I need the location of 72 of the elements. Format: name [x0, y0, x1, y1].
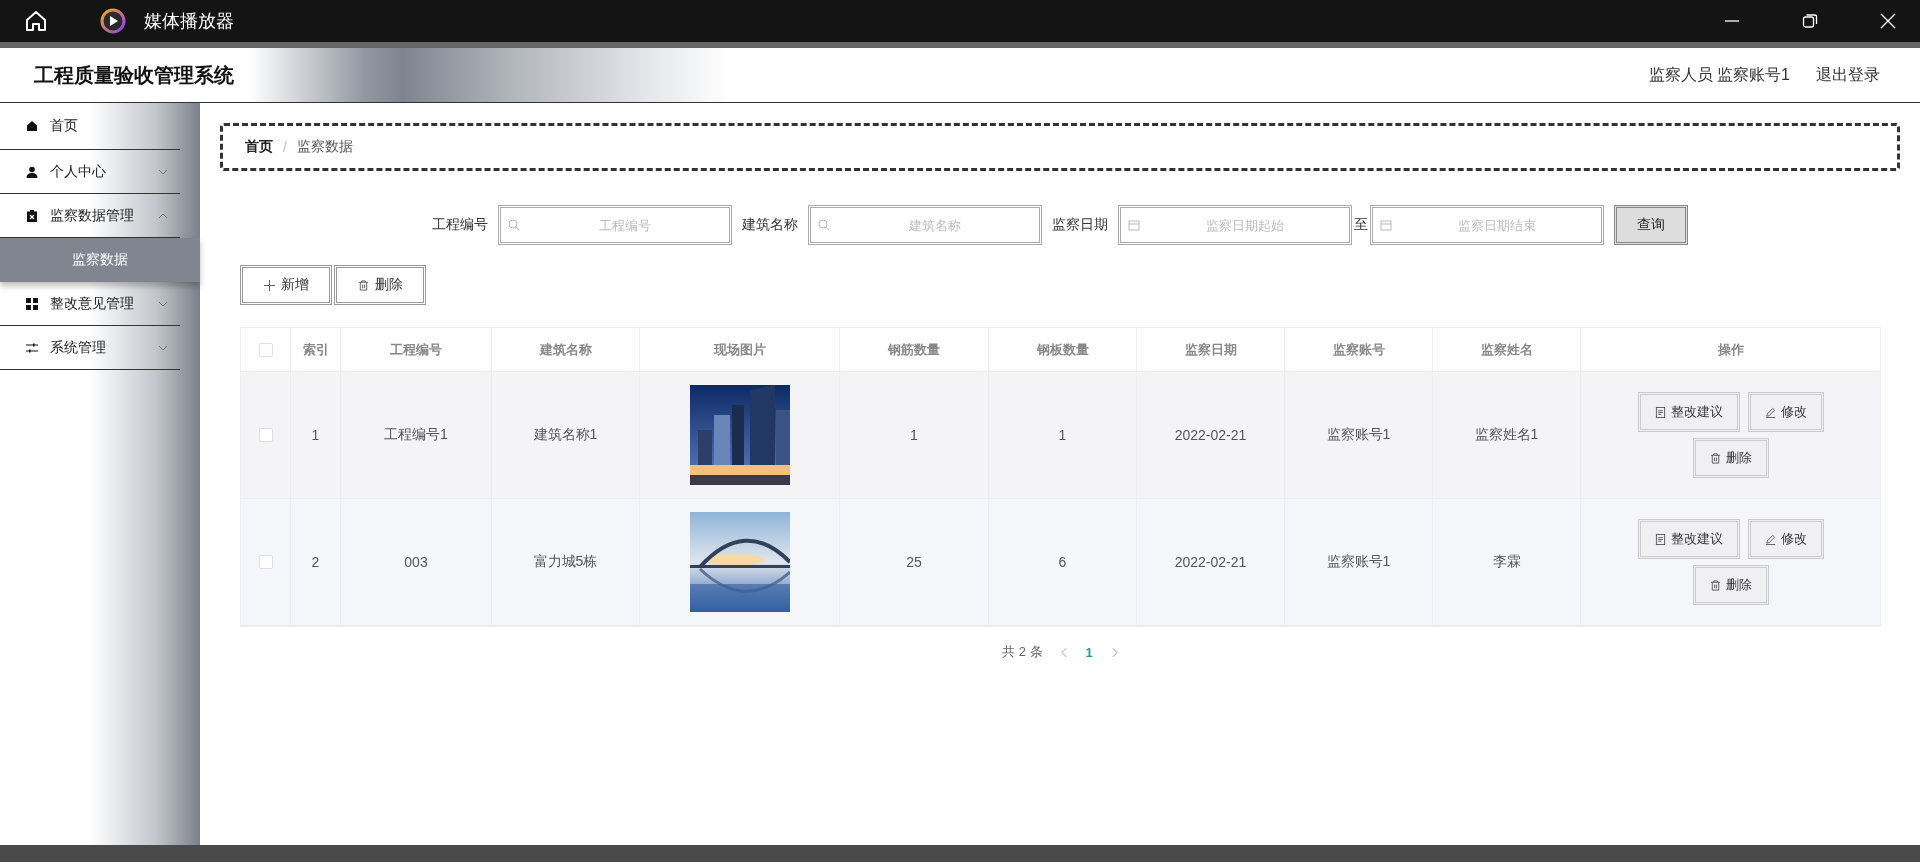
breadcrumb-item: 监察数据 — [296, 138, 353, 156]
next-page-icon[interactable] — [1110, 646, 1118, 658]
checkbox[interactable] — [258, 342, 273, 357]
plus-icon — [263, 279, 275, 291]
date-field[interactable]: 监察日期结束 — [1370, 205, 1604, 245]
trash-icon — [1709, 452, 1721, 464]
search-field[interactable]: 建筑名称 — [808, 205, 1042, 245]
table-cell: 李霖 — [1433, 499, 1581, 626]
trash-icon — [357, 279, 369, 291]
table-cell: 003 — [341, 499, 492, 626]
document-icon — [1654, 406, 1666, 418]
play-icon — [100, 8, 126, 34]
sidebar-item[interactable]: 个人中心 — [0, 150, 180, 194]
table-cell: 监察账号1 — [1285, 499, 1433, 626]
user-icon — [26, 165, 38, 178]
breadcrumb-item[interactable]: 首页 — [245, 138, 273, 156]
edit-button[interactable]: 修改 — [1747, 519, 1824, 559]
add-button[interactable]: 新增 — [240, 265, 332, 305]
date-field[interactable]: 监察日期起始 — [1118, 205, 1352, 245]
pencil-icon — [1764, 406, 1776, 418]
table-cell: 2022-02-21 — [1137, 499, 1285, 626]
clipboard-icon — [26, 209, 38, 222]
home-icon[interactable] — [24, 9, 48, 33]
calendar-icon — [1380, 219, 1392, 231]
logout-link[interactable]: 退出登录 — [1816, 64, 1880, 86]
sidebar-item[interactable]: 整改意见管理 — [0, 282, 180, 326]
query-button[interactable]: 查询 — [1614, 205, 1688, 245]
calendar-icon — [1128, 219, 1140, 231]
sidebar-item[interactable]: 系统管理 — [0, 326, 180, 370]
breadcrumb-separator: / — [283, 139, 287, 155]
filter-label: 监察日期 — [1052, 216, 1108, 234]
checkbox[interactable] — [258, 428, 273, 442]
suggestion-button[interactable]: 整改建议 — [1637, 392, 1740, 432]
sidebar-subitem[interactable]: 监察数据 — [0, 238, 200, 282]
delete-button[interactable]: 删除 — [334, 265, 426, 305]
search-icon — [818, 219, 830, 231]
previous-page-icon[interactable] — [1060, 646, 1068, 658]
total-count: 共 2 条 — [1002, 643, 1043, 661]
app-title: 工程质量验收管理系统 — [34, 62, 234, 88]
table-cell: 富力城5栋 — [492, 499, 640, 626]
edit-button[interactable]: 修改 — [1747, 392, 1824, 432]
table-cell: 监察账号1 — [1285, 372, 1433, 499]
delete-button[interactable]: 删除 — [1692, 565, 1769, 605]
sliders-icon — [26, 341, 38, 354]
home-icon — [26, 120, 38, 132]
table-cell: 25 — [840, 499, 989, 626]
table-cell: 2022-02-21 — [1137, 372, 1285, 499]
window-title: 媒体播放器 — [144, 10, 234, 33]
search-icon — [508, 219, 520, 231]
filter-label: 工程编号 — [432, 216, 488, 234]
restore-icon[interactable] — [1802, 13, 1818, 29]
suggestion-button[interactable]: 整改建议 — [1637, 519, 1740, 559]
close-icon[interactable] — [1880, 13, 1896, 29]
user-info: 监察人员 监察账号1 — [1648, 64, 1790, 85]
table-cell: 6 — [989, 499, 1137, 626]
search-field[interactable]: 工程编号 — [498, 205, 732, 245]
trash-icon — [1709, 579, 1721, 591]
pencil-icon — [1764, 533, 1776, 545]
delete-button[interactable]: 删除 — [1692, 438, 1769, 478]
grid-icon — [26, 297, 38, 310]
table-cell: 1 — [989, 372, 1137, 499]
table-cell: 1 — [291, 372, 341, 499]
table-cell: 1 — [840, 372, 989, 499]
document-icon — [1654, 533, 1666, 545]
table-cell: 监察姓名1 — [1433, 372, 1581, 499]
sidebar-item[interactable]: 首页 — [0, 103, 180, 150]
range-separator: 至 — [1354, 216, 1368, 234]
table-cell: 工程编号1 — [341, 372, 492, 499]
filter-label: 建筑名称 — [742, 216, 798, 234]
table-cell: 2 — [291, 499, 341, 626]
checkbox[interactable] — [258, 555, 273, 569]
table-cell: 建筑名称1 — [492, 372, 640, 499]
